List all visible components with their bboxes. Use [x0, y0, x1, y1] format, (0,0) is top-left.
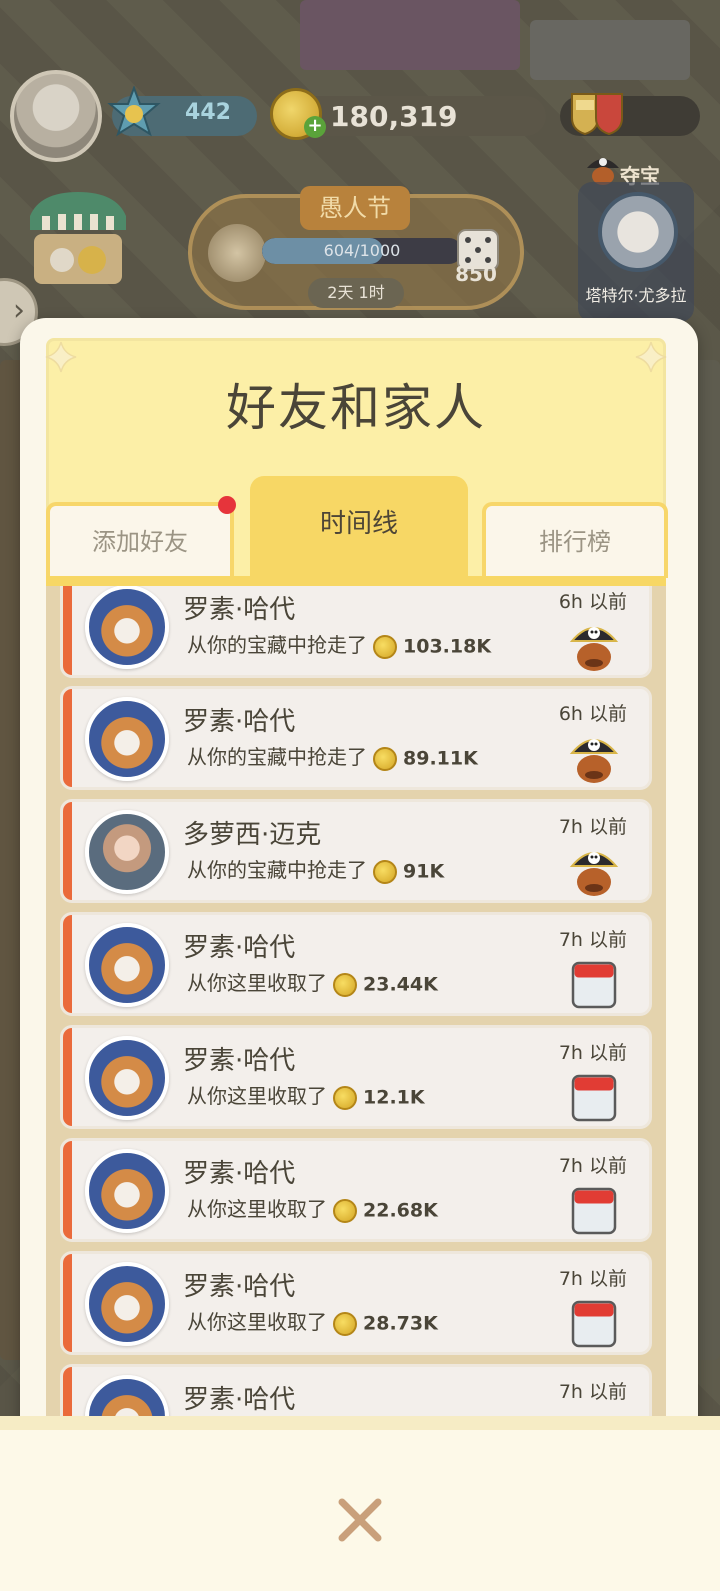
row-action: 从你这里收取了 23.44K — [187, 967, 438, 997]
close-icon[interactable] — [330, 1490, 390, 1550]
timeline-list[interactable]: 罗素·哈代 从你的宝藏中抢走了 103.18K 6h 以前 罗素·哈代 从你的宝藏中抢走了… — [46, 586, 666, 1446]
time-ago: 7h 以前 — [558, 929, 627, 951]
time-ago: 7h 以前 — [558, 816, 627, 838]
shield-icon — [571, 93, 623, 136]
dice-count: 850 — [455, 262, 497, 286]
time-ago: 6h 以前 — [558, 591, 627, 613]
row-action: 从你的宝藏中抢走了 103.18K — [187, 629, 491, 659]
calendar-icon — [571, 1187, 617, 1235]
time-ago: 7h 以前 — [558, 1268, 627, 1290]
coin-icon — [333, 1311, 357, 1336]
coin-amount: 28.73K — [363, 1312, 438, 1335]
time-ago: 6h 以前 — [558, 703, 627, 725]
event-title: 愚人节 — [300, 186, 410, 230]
row-action: 从你的宝藏中抢走了 91K — [187, 854, 444, 884]
level-star-icon — [107, 86, 161, 137]
row-accent-stripe — [63, 802, 72, 900]
time-ago: 7h 以前 — [558, 1381, 627, 1403]
pirate-icon — [569, 852, 619, 896]
friend-name: 罗素·哈代 — [183, 1385, 296, 1415]
row-accent-stripe — [63, 1254, 72, 1352]
row-accent-stripe — [63, 1028, 72, 1126]
row-action: 从你这里收取了 12.1K — [187, 1080, 425, 1110]
corgi-avatar[interactable] — [85, 1036, 169, 1120]
coin-amount: 22.68K — [363, 1199, 438, 1222]
coin-amount: 91K — [403, 860, 445, 883]
corgi-avatar[interactable] — [85, 697, 169, 781]
action-text: 从你这里收取了 — [187, 1310, 327, 1334]
tab-add-friend[interactable]: 添加好友 — [46, 502, 234, 578]
friend-name: 罗素·哈代 — [183, 933, 296, 963]
row-accent-stripe — [63, 915, 72, 1013]
row-action: 从你这里收取了 28.73K — [187, 1306, 438, 1336]
jester-hat-icon — [208, 224, 266, 282]
corgi-avatar[interactable] — [85, 1149, 169, 1233]
timeline-row[interactable]: 罗素·哈代从你这里收取了 12.1K 7h 以前 — [60, 1025, 652, 1129]
coin-icon — [373, 859, 397, 884]
coin-icon — [373, 634, 397, 659]
corgi-avatar[interactable] — [85, 1262, 169, 1346]
action-text: 从你这里收取了 — [187, 1197, 327, 1221]
time-ago: 7h 以前 — [558, 1155, 627, 1177]
shop-icon[interactable] — [26, 186, 130, 290]
coin-icon — [333, 1085, 357, 1110]
calendar-icon — [571, 1300, 617, 1348]
coin-amount: 103.18K — [403, 635, 492, 658]
row-accent-stripe — [63, 586, 72, 675]
player-avatar[interactable] — [10, 70, 102, 162]
timeline-row[interactable]: 罗素·哈代从你这里收取了 23.44K 7h 以前 — [60, 912, 652, 1016]
corgi-avatar[interactable] — [85, 586, 169, 669]
calendar-icon — [571, 1074, 617, 1122]
corgi-avatar[interactable] — [85, 923, 169, 1007]
action-text: 从你的宝藏中抢走了 — [187, 633, 367, 657]
friend-name: 罗素·哈代 — [183, 595, 296, 625]
add-coins-button[interactable]: + — [304, 116, 326, 138]
action-text: 从你的宝藏中抢走了 — [187, 858, 367, 882]
coin-icon — [333, 972, 357, 997]
coin-icon — [333, 1198, 357, 1223]
coin-count: 180,319 — [330, 100, 458, 133]
timeline-row[interactable]: 罗素·哈代从你这里收取了 22.68K 7h 以前 — [60, 1138, 652, 1242]
calendar-icon — [571, 961, 617, 1009]
row-accent-stripe — [63, 689, 72, 787]
raid-target-avatar — [598, 192, 678, 272]
event-progress-text: 604/1000 — [323, 241, 401, 260]
friend-name: 罗素·哈代 — [183, 1159, 296, 1189]
timeline-row[interactable]: 罗素·哈代从你的宝藏中抢走了 89.11K 6h 以前 — [60, 686, 652, 790]
coin-amount: 89.11K — [403, 747, 478, 770]
pirate-icon — [569, 627, 619, 671]
time-ago: 7h 以前 — [558, 1042, 627, 1064]
row-action: 从你的宝藏中抢走了 89.11K — [187, 741, 478, 771]
action-text: 从你这里收取了 — [187, 971, 327, 995]
action-text: 从你这里收取了 — [187, 1084, 327, 1108]
coin-icon — [373, 746, 397, 771]
tab-leaderboard[interactable]: 排行榜 — [482, 502, 668, 578]
action-text: 从你的宝藏中抢走了 — [187, 745, 367, 769]
coin-amount: 12.1K — [363, 1086, 425, 1109]
raid-target-name: 塔特尔·尤多拉 — [585, 286, 687, 305]
friend-name: 罗素·哈代 — [183, 707, 296, 737]
timeline-row[interactable]: 罗素·哈代从你的宝藏中抢走了 103.18K 6h 以前 — [60, 586, 652, 678]
row-accent-stripe — [63, 1141, 72, 1239]
notification-badge — [218, 496, 236, 514]
pirate-icon — [569, 739, 619, 783]
timeline-row[interactable]: 多萝西·迈克从你的宝藏中抢走了 91K 7h 以前 — [60, 799, 652, 903]
girl-avatar[interactable] — [85, 810, 169, 894]
tab-underline — [46, 576, 666, 586]
event-timer: 2天 1时 — [308, 278, 404, 308]
tab-timeline[interactable]: 时间线 — [250, 476, 468, 580]
friend-name: 多萝西·迈克 — [183, 820, 322, 850]
timeline-row[interactable]: 罗素·哈代从你这里收取了 28.73K 7h 以前 — [60, 1251, 652, 1355]
row-action: 从你这里收取了 22.68K — [187, 1193, 438, 1223]
modal-title: 好友和家人 — [226, 379, 486, 437]
friend-name: 罗素·哈代 — [183, 1046, 296, 1076]
friend-name: 罗素·哈代 — [183, 1272, 296, 1302]
coin-amount: 23.44K — [363, 973, 438, 996]
level-number: 442 — [185, 100, 231, 125]
